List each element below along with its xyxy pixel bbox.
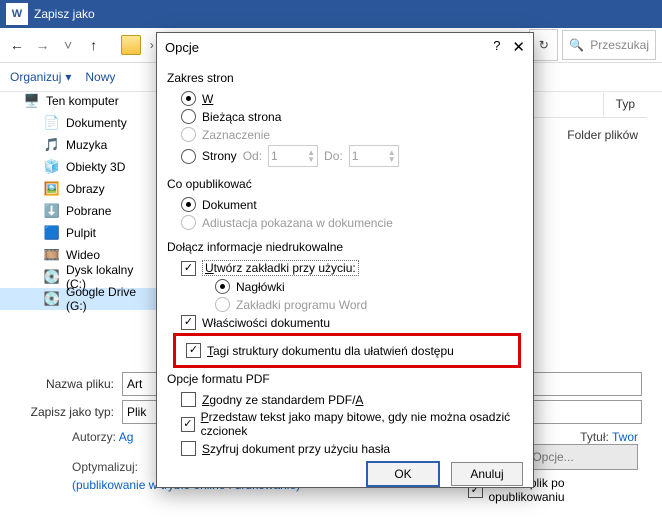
cancel-button[interactable]: Anuluj <box>451 462 523 486</box>
ok-button[interactable]: OK <box>367 462 439 486</box>
title-value[interactable]: Twor <box>612 430 638 444</box>
help-button[interactable]: ? <box>493 38 500 56</box>
tree-item-label: Muzyka <box>66 138 107 152</box>
window-title: Zapisz jako <box>34 7 95 21</box>
new-folder-label: Nowy <box>85 70 115 84</box>
optimize-label: Optymalizuj: <box>72 460 138 474</box>
tree-item-documents[interactable]: 📄 Dokumenty <box>0 112 162 134</box>
check-encrypt[interactable]: SSzyfruj dokument przy użyciu hasłazyfru… <box>181 441 523 456</box>
pc-icon: 🖥️ <box>24 93 40 109</box>
filetype-label: Zapisz jako typ: <box>18 405 114 419</box>
folder-type-label: Folder plików <box>567 128 638 142</box>
tree-item-label: Pobrane <box>66 204 111 218</box>
check-tags[interactable]: TTagi struktury dokumentu dla ułatwień d… <box>186 343 514 358</box>
folder-icon <box>121 35 141 55</box>
desktop-icon: 🟦 <box>44 225 60 241</box>
cube-icon: 🧊 <box>44 159 60 175</box>
organize-menu[interactable]: Organizuj ▾ <box>10 70 71 84</box>
group-nonprint: Dołącz informacje niedrukowalne <box>167 240 523 254</box>
close-button[interactable]: ✕ <box>512 38 525 56</box>
nav-back-button[interactable]: ← <box>6 33 28 57</box>
tree-item-pc[interactable]: 🖥️ Ten komputer <box>0 90 162 112</box>
tree-item-label: Obrazy <box>66 182 105 196</box>
new-folder-button[interactable]: Nowy <box>85 70 115 84</box>
radio-document[interactable]: Dokument <box>181 197 523 212</box>
tree-item-label: Ten komputer <box>46 94 119 108</box>
search-placeholder: Przeszukaj <box>590 38 649 52</box>
nav-forward-button: → <box>32 33 54 57</box>
video-icon: 🎞️ <box>44 247 60 263</box>
tree-item-label: Google Drive (G:) <box>66 285 156 313</box>
dropdown-icon: ▾ <box>65 70 71 84</box>
column-type[interactable]: Typ <box>603 93 647 117</box>
music-icon: 🎵 <box>44 137 60 153</box>
tree-item-music[interactable]: 🎵 Muzyka <box>0 134 162 156</box>
search-icon: 🔍 <box>569 38 584 52</box>
tree-item-3d[interactable]: 🧊 Obiekty 3D <box>0 156 162 178</box>
nav-history-button[interactable]: ˅ <box>57 33 79 57</box>
check-docprops[interactable]: Właściwości dokumentu <box>181 315 523 330</box>
group-publishwhat: Co opublikować <box>167 177 523 191</box>
radio-selection: Zaznaczenie <box>181 127 523 142</box>
tree-item-label: Dokumenty <box>66 116 127 130</box>
to-spin: 1▲▼ <box>349 145 399 167</box>
filename-label: Nazwa pliku: <box>18 377 114 391</box>
check-bitmap[interactable]: PPrzedstaw tekst jako mapy bitowe, gdy n… <box>181 410 523 438</box>
tree-item-label: Pulpit <box>66 226 96 240</box>
radio-markup: Adiustacja pokazana w dokumencie <box>181 215 523 230</box>
drive-icon: 💽 <box>44 269 60 285</box>
from-spin: 1▲▼ <box>268 145 318 167</box>
title-label: Tytuł: <box>580 430 609 444</box>
word-app-icon: W <box>6 3 28 25</box>
radio-pages[interactable]: Strony <box>181 149 237 164</box>
radio-wordbookmarks: Zakładki programu Word <box>215 297 523 312</box>
downloads-icon: ⬇️ <box>44 203 60 219</box>
authors-value[interactable]: Ag <box>119 430 134 444</box>
check-bookmarks[interactable]: UUtwórz zakładki przy użyciu:twórz zakła… <box>181 260 523 276</box>
tree-item-downloads[interactable]: ⬇️ Pobrane <box>0 200 162 222</box>
tree-item-desktop[interactable]: 🟦 Pulpit <box>0 222 162 244</box>
tree-item-label: Wideo <box>66 248 100 262</box>
group-pagerange: Zakres stron <box>167 71 523 85</box>
options-dialog: Opcje ? ✕ Zakres stron W Bieżąca strona … <box>156 32 534 488</box>
documents-icon: 📄 <box>44 115 60 131</box>
radio-current[interactable]: Bieżąca strona <box>181 109 523 124</box>
tree-item-images[interactable]: 🖼️ Obrazy <box>0 178 162 200</box>
check-pdfa[interactable]: Zgodny ze standardem PDF/AZgodny ze stan… <box>181 392 523 407</box>
drive-icon: 💽 <box>44 291 60 307</box>
group-pdfopts: Opcje formatu PDF <box>167 372 523 386</box>
search-input[interactable]: 🔍 Przeszukaj <box>562 30 656 60</box>
radio-headings[interactable]: Nagłówki <box>215 279 523 294</box>
images-icon: 🖼️ <box>44 181 60 197</box>
organize-label: Organizuj <box>10 70 61 84</box>
tree-item-googledrive[interactable]: 💽 Google Drive (G:) <box>0 288 162 310</box>
nav-up-button[interactable]: ↑ <box>83 33 105 57</box>
tree-item-label: Obiekty 3D <box>66 160 125 174</box>
dialog-title: Opcje <box>165 40 199 55</box>
authors-label: Autorzy: <box>72 430 116 444</box>
radio-all[interactable]: W <box>181 91 523 106</box>
